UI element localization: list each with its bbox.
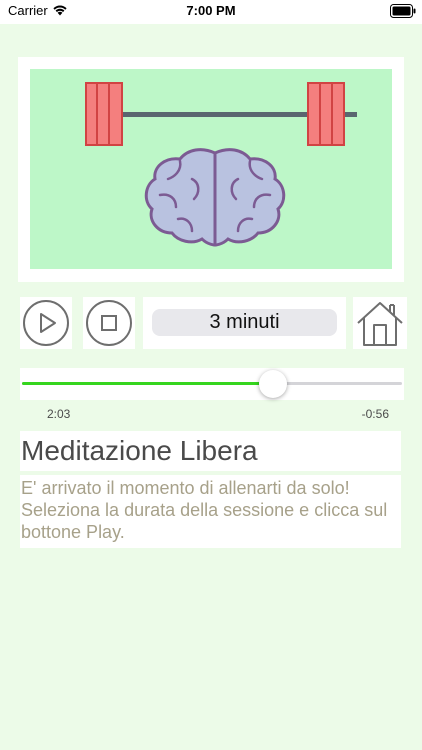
description-box: E' arrivato il momento di allenarti da s… [20, 475, 401, 548]
hero-illustration [30, 69, 392, 269]
title-box: Meditazione Libera [20, 431, 401, 471]
brain-icon [144, 148, 286, 247]
home-button-cell [353, 297, 407, 349]
elapsed-time: 2:03 [47, 407, 71, 421]
duration-cell: 3 minuti [143, 297, 346, 349]
play-button-cell [20, 297, 72, 349]
description-text: E' arrivato il momento di allenarti da s… [21, 478, 388, 542]
home-icon [357, 302, 403, 346]
progress-slider[interactable] [20, 368, 404, 400]
play-button[interactable] [22, 299, 70, 347]
stop-icon [101, 315, 117, 331]
progress-fill [22, 382, 273, 385]
duration-selector[interactable]: 3 minuti [152, 309, 337, 336]
status-bar: Carrier 7:00 PM [0, 0, 422, 24]
home-button[interactable] [355, 299, 405, 347]
stop-button[interactable] [85, 299, 133, 347]
remaining-time: -0:56 [361, 407, 389, 421]
page-title: Meditazione Libera [21, 435, 258, 466]
play-icon [40, 313, 56, 333]
battery-icon [390, 4, 416, 18]
stop-button-cell [83, 297, 135, 349]
progress-thumb[interactable] [258, 370, 287, 398]
hero-image-frame [18, 57, 404, 282]
clock: 7:00 PM [186, 3, 236, 18]
